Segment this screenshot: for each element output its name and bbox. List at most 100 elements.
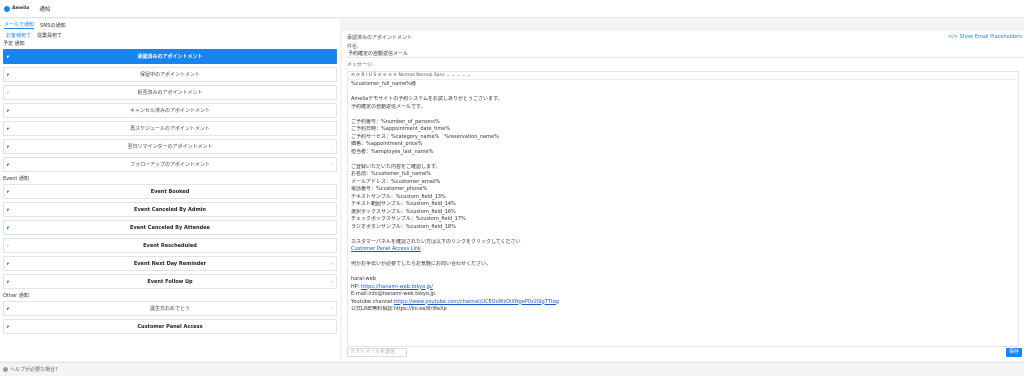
enabled-marker-icon: ◤	[7, 190, 10, 194]
recipient-tabs: お客様宛て 従業員宛て	[0, 31, 340, 40]
editor-text-line: お名前：%customer_full_name%	[351, 171, 431, 177]
email-line: E-mail:info@hanami-web.tokyo.jp	[351, 291, 436, 297]
enabled-marker-icon: ◤	[7, 208, 10, 212]
editor-text-line: 価格：%appointment_price%	[351, 141, 423, 147]
notification-item[interactable]: ◤ 誕生日おめでとう ›	[3, 301, 337, 316]
help-link[interactable]: ヘルプが必要な場合?	[10, 366, 58, 373]
editor-text-line: チェックボックスサンプル：%custom_field_17%	[351, 216, 466, 222]
notification-item-label: 誕生日おめでとう	[149, 306, 190, 312]
enabled-marker-icon: ◤	[7, 325, 10, 329]
notification-item[interactable]: ◤ Event Rescheduled	[3, 238, 337, 253]
notification-item-label: Event Next Day Reminder	[133, 260, 207, 267]
editor-text-line: 担当者：%employee_last_name%	[351, 148, 434, 155]
customer-panel-access-link[interactable]: Customer Panel Access Link	[351, 246, 421, 252]
enabled-marker-icon: ◤	[7, 280, 10, 284]
message-label: メッセージ:	[347, 62, 374, 68]
event-notification-list: ◤ Event Booked ◤ Event Canceled By Admin ◤ Ev…	[0, 184, 340, 289]
app-logo-text: Amelia	[12, 6, 30, 11]
save-button[interactable]: 保存	[1006, 348, 1022, 357]
section-appointment-label: 予定 通知	[3, 41, 25, 47]
notification-item[interactable]: ◤ Event Canceled By Attendee	[3, 220, 337, 235]
notification-item[interactable]: ◤ 承認済みのアポイントメント	[3, 49, 337, 64]
notification-item-label: Event Canceled By Attendee	[130, 224, 210, 231]
enabled-marker-icon: ◤	[7, 127, 10, 131]
tab-customer[interactable]: お客様宛て	[6, 32, 31, 39]
notification-item-label: Event Follow Up	[147, 278, 193, 285]
hp-prefix: HP:	[351, 283, 362, 290]
notification-item[interactable]: ◤ 再スケジュールのアポイントメント	[3, 121, 337, 136]
subject-input[interactable]: 予約確定の自動返信メール	[347, 51, 1024, 58]
notification-item[interactable]: ◤ Event Follow Up ›	[3, 274, 337, 289]
editor-text-line: 何かお手伝いが必要でしたらお気軽にお問い合わせください。	[351, 261, 492, 267]
notification-item[interactable]: ◤ Event Canceled By Admin	[3, 202, 337, 217]
notification-item[interactable]: ◤ 拒否済みのアポイントメント	[3, 85, 337, 100]
editor-text-line	[351, 111, 1015, 119]
enabled-marker-icon: ◤	[7, 73, 10, 77]
editor-text-line: 電話番号：%customer_phone%	[351, 186, 428, 192]
editor-text-line: 予約確定の自動返信メールです。	[351, 103, 426, 110]
enabled-marker-icon: ◤	[7, 226, 10, 230]
editor-text-line: Ameliaデモサイトの予約システムをお試しありがとうございます。	[351, 96, 503, 102]
youtube-link[interactable]: https://www.youtube.com/channel/UCEOoWzD…	[394, 299, 559, 305]
enabled-marker-icon: ◤	[7, 55, 10, 59]
enabled-marker-icon: ◤	[7, 163, 10, 167]
notification-item[interactable]: ◤ Event Next Day Reminder ›	[3, 256, 337, 271]
notification-item[interactable]: ◤ キャンセル済みのアポイントメント	[3, 103, 337, 118]
disabled-marker-icon: ◤	[7, 91, 10, 95]
editor-text-line	[351, 89, 1015, 97]
send-test-email-button[interactable]: テストメールを送信	[347, 348, 407, 357]
notification-item[interactable]: ◤ フォローアップのアポイントメント ›	[3, 157, 337, 172]
enabled-marker-icon: ◤	[7, 262, 10, 266]
editor-text-line: テキストサンプル：%custom_field_13%	[351, 193, 446, 200]
chevron-right-icon: ›	[331, 261, 333, 267]
editor-toolbar[interactable]: ⟲ ⟳ B I U S ≡ ≡ ≡ ≡ Normal Normal Sans ⌄…	[348, 72, 1018, 80]
editor-text-line: harai-web	[351, 276, 376, 282]
page-title: 通知	[39, 6, 51, 13]
section-other-label: Other 通知	[3, 293, 29, 299]
youtube-prefix: Youtube channel:	[351, 298, 395, 305]
editor-text-line: ご予約日時：%appointment_date_time%	[351, 126, 451, 132]
editor-text-line	[351, 269, 1015, 277]
notification-list-panel: お客様宛て 従業員宛て 予定 通知 ◤ 承認済みのアポイントメント ◤ 保留中のアポイ…	[0, 31, 340, 361]
chevron-right-icon: ›	[331, 144, 333, 150]
message-editor[interactable]: ⟲ ⟳ B I U S ≡ ≡ ≡ ≡ Normal Normal Sans ⌄…	[347, 71, 1019, 347]
enabled-marker-icon: ◤	[7, 109, 10, 113]
disabled-marker-icon: ◤	[7, 244, 10, 248]
editor-body[interactable]: %customer_full_name%様 Ameliaデモサイトの予約システムを…	[348, 80, 1018, 315]
youtube-line: Youtube channel:https://www.youtube.com/…	[351, 299, 1015, 307]
notification-item-label: 保留中のアポイントメント	[139, 72, 200, 78]
notification-item[interactable]: ◤ 保留中のアポイントメント	[3, 67, 337, 82]
tab-sms[interactable]: SMSの通知	[40, 22, 66, 29]
section-event-label: Event 通知	[3, 176, 29, 182]
notification-item-label: 再スケジュールのアポイントメント	[130, 126, 210, 132]
notification-item-label: 拒否済みのアポイントメント	[137, 90, 203, 96]
chevron-right-icon: ›	[331, 162, 333, 168]
notification-item[interactable]: ◤ 翌日リマインダーのアポイントメント ›	[3, 139, 337, 154]
enabled-marker-icon: ◤	[7, 307, 10, 311]
editor-text-line: ご予約番号：%number_of_persons%	[351, 118, 440, 125]
channel-tabs: メールで通知 SMSの通知	[0, 19, 340, 31]
top-bar: Amelia 通知	[0, 0, 1024, 18]
other-notification-list: ◤ 誕生日おめでとう › ◤ Customer Panel Access	[0, 301, 340, 334]
amelia-logo-icon	[4, 5, 10, 12]
notification-item[interactable]: ◤ Event Booked	[3, 184, 337, 199]
editor-text-line: メールアドレス：%customer_email%	[351, 178, 441, 185]
notification-item-label: Event Canceled By Admin	[134, 206, 206, 213]
help-icon	[3, 367, 8, 372]
editor-text-line	[351, 156, 1015, 164]
notification-item[interactable]: ◤ Customer Panel Access	[3, 319, 337, 334]
editor-text-line: ご登録いただいた内容をご確認します。	[351, 163, 441, 170]
appointment-notification-list: ◤ 承認済みのアポイントメント ◤ 保留中のアポイントメント ◤ 拒否済みのアポイントメン…	[0, 49, 340, 172]
editor-text-line	[351, 231, 1015, 239]
footer: ヘルプが必要な場合?	[0, 362, 1024, 376]
editor-text-line: ラジオボタンサンプル：%custom_field_18%	[351, 223, 456, 230]
show-placeholders-link[interactable]: </> Show Email Placeholders	[948, 34, 1022, 40]
tab-employee[interactable]: 従業員宛て	[37, 32, 62, 39]
tab-email[interactable]: メールで通知	[4, 21, 35, 29]
chevron-right-icon: ›	[331, 279, 333, 285]
editor-text-line: カスタマーパネルを確認されたい方は以下のリンクをクリックしてください	[351, 238, 521, 245]
notification-item-label: フォローアップのアポイントメント	[130, 162, 210, 168]
notification-item-label: Event Rescheduled	[143, 242, 197, 249]
hp-link[interactable]: https://hanami-web.tokyo.jp/	[361, 284, 433, 290]
line-consult-line: 公式LINE無料相談:https://lin.ee/8rl8eXp	[351, 306, 447, 312]
